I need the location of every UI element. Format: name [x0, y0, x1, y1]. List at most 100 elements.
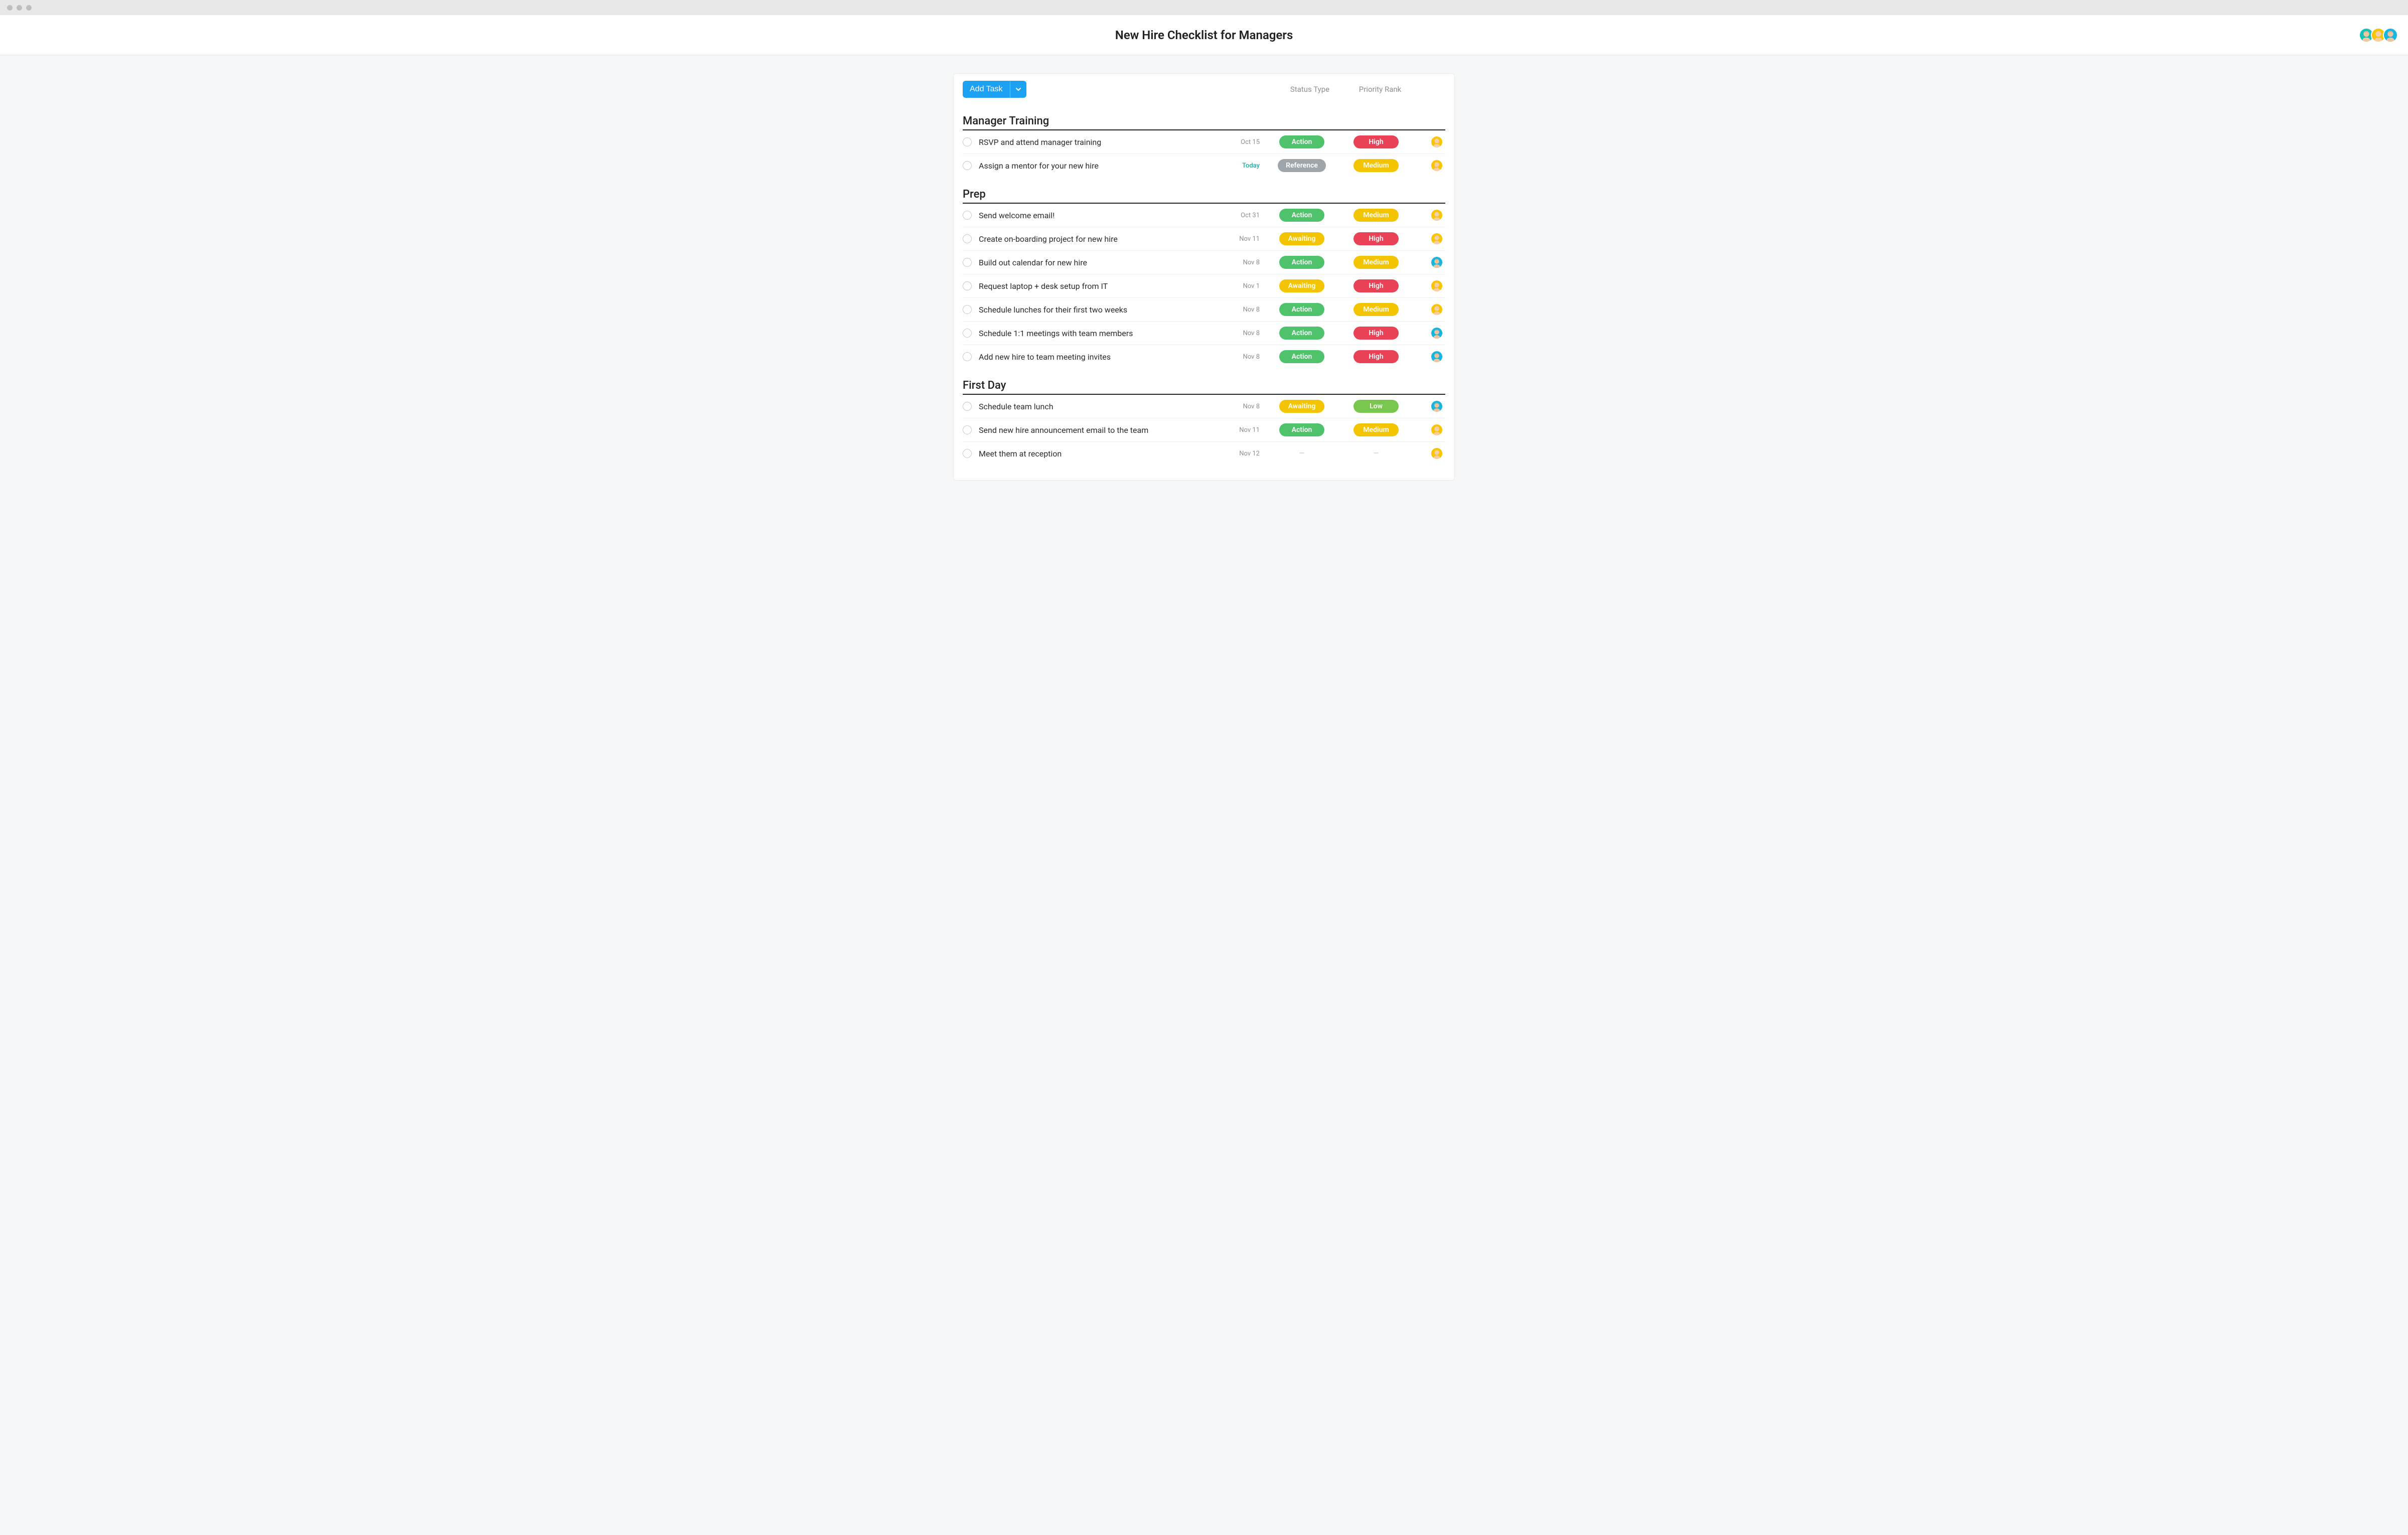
assignee-cell[interactable] [1415, 423, 1445, 436]
task-row[interactable]: Schedule lunches for their first two wee… [963, 298, 1445, 322]
priority-pill[interactable]: Medium [1353, 209, 1399, 222]
task-due-date[interactable]: Nov 11 [1223, 235, 1263, 243]
priority-cell[interactable]: Low [1341, 400, 1411, 413]
task-row[interactable]: Schedule 1:1 meetings with team members N… [963, 322, 1445, 345]
task-name[interactable]: Build out calendar for new hire [979, 258, 1219, 267]
task-name[interactable]: Add new hire to team meeting invites [979, 352, 1219, 362]
complete-checkbox[interactable] [963, 281, 972, 290]
status-cell[interactable]: Action [1267, 423, 1337, 436]
priority-pill[interactable]: High [1353, 350, 1399, 363]
status-pill[interactable]: Action [1279, 303, 1324, 316]
assignee-avatar[interactable] [1430, 135, 1443, 148]
status-cell[interactable]: Action [1267, 350, 1337, 363]
assignee-cell[interactable] [1415, 303, 1445, 316]
assignee-cell[interactable] [1415, 159, 1445, 172]
complete-checkbox[interactable] [963, 329, 972, 338]
priority-pill[interactable]: Medium [1353, 423, 1399, 436]
status-pill[interactable]: Action [1279, 135, 1324, 148]
priority-pill[interactable]: Medium [1353, 303, 1399, 316]
status-cell[interactable]: Awaiting [1267, 400, 1337, 413]
assignee-avatar[interactable] [1430, 447, 1443, 460]
status-cell[interactable]: Action [1267, 303, 1337, 316]
assignee-cell[interactable] [1415, 447, 1445, 460]
section-title[interactable]: Manager Training [963, 115, 1445, 130]
complete-checkbox[interactable] [963, 234, 972, 243]
status-pill[interactable]: Action [1279, 350, 1324, 363]
task-name[interactable]: Schedule lunches for their first two wee… [979, 305, 1219, 315]
status-cell[interactable]: Action [1267, 327, 1337, 340]
status-cell[interactable]: Action [1267, 135, 1337, 148]
priority-pill[interactable]: High [1353, 135, 1399, 148]
status-cell[interactable]: Reference [1267, 159, 1337, 172]
task-row[interactable]: Assign a mentor for your new hire Today Re… [963, 154, 1445, 177]
priority-cell[interactable]: — [1341, 449, 1411, 457]
status-pill[interactable]: Action [1279, 256, 1324, 269]
section-title[interactable]: First Day [963, 379, 1445, 395]
priority-cell[interactable]: Medium [1341, 256, 1411, 269]
task-name[interactable]: Create on-boarding project for new hire [979, 234, 1219, 244]
priority-cell[interactable]: Medium [1341, 159, 1411, 172]
status-pill[interactable]: Action [1279, 423, 1324, 436]
task-due-date[interactable]: Nov 8 [1223, 259, 1263, 266]
status-pill[interactable]: Awaiting [1279, 400, 1324, 413]
priority-pill[interactable]: High [1353, 279, 1399, 292]
priority-cell[interactable]: High [1341, 327, 1411, 340]
task-row[interactable]: Meet them at receptionNov 12—— [963, 442, 1445, 465]
task-due-date[interactable]: Nov 8 [1223, 306, 1263, 314]
status-cell[interactable]: Awaiting [1267, 279, 1337, 292]
task-name[interactable]: RSVP and attend manager training [979, 137, 1219, 147]
complete-checkbox[interactable] [963, 161, 972, 170]
priority-pill[interactable]: Low [1353, 400, 1399, 413]
task-due-date[interactable]: Nov 8 [1223, 353, 1263, 361]
task-row[interactable]: Send welcome email!Oct 31ActionMedium [963, 204, 1445, 227]
assignee-avatar[interactable] [1430, 303, 1443, 316]
priority-cell[interactable]: High [1341, 279, 1411, 292]
assignee-cell[interactable] [1415, 135, 1445, 148]
complete-checkbox[interactable] [963, 137, 972, 146]
priority-pill[interactable]: Medium [1353, 159, 1399, 172]
assignee-avatar[interactable] [1430, 423, 1443, 436]
priority-pill[interactable]: High [1353, 232, 1399, 245]
task-row[interactable]: Request laptop + desk setup from ITNov 1… [963, 274, 1445, 298]
complete-checkbox[interactable] [963, 425, 972, 434]
complete-checkbox[interactable] [963, 305, 972, 314]
status-cell[interactable]: — [1267, 449, 1337, 457]
priority-cell[interactable]: High [1341, 350, 1411, 363]
task-due-date[interactable]: Nov 8 [1223, 330, 1263, 337]
assignee-avatar[interactable] [1430, 350, 1443, 363]
assignee-avatar[interactable] [1430, 159, 1443, 172]
assignee-cell[interactable] [1415, 232, 1445, 245]
task-name[interactable]: Send welcome email! [979, 211, 1219, 220]
assignee-cell[interactable] [1415, 327, 1445, 340]
task-name[interactable]: Meet them at reception [979, 449, 1219, 458]
priority-cell[interactable]: High [1341, 135, 1411, 148]
assignee-cell[interactable] [1415, 279, 1445, 292]
complete-checkbox[interactable] [963, 211, 972, 220]
task-due-date[interactable]: Nov 8 [1223, 403, 1263, 410]
assignee-avatar[interactable] [1430, 209, 1443, 222]
status-pill[interactable]: Awaiting [1279, 232, 1324, 245]
status-pill[interactable]: Action [1279, 209, 1324, 222]
task-name[interactable]: Schedule team lunch [979, 402, 1219, 411]
complete-checkbox[interactable] [963, 352, 972, 361]
task-name[interactable]: Assign a mentor for your new hire [979, 161, 1219, 171]
task-due-date[interactable]: Today [1223, 162, 1263, 170]
add-task-dropdown-button[interactable] [1010, 81, 1026, 98]
task-row[interactable]: Schedule team lunch Nov 8 Awaiting Low [963, 395, 1445, 418]
task-row[interactable]: RSVP and attend manager training Oct 15 Ac… [963, 130, 1445, 154]
assignee-cell[interactable] [1415, 209, 1445, 222]
priority-cell[interactable]: Medium [1341, 423, 1411, 436]
assignee-avatar[interactable] [1430, 256, 1443, 269]
status-pill[interactable]: Action [1279, 327, 1324, 340]
assignee-cell[interactable] [1415, 400, 1445, 413]
complete-checkbox[interactable] [963, 449, 972, 458]
priority-pill[interactable]: Medium [1353, 256, 1399, 269]
task-row[interactable]: Send new hire announcement email to the … [963, 418, 1445, 442]
task-name[interactable]: Schedule 1:1 meetings with team members [979, 329, 1219, 338]
priority-cell[interactable]: Medium [1341, 303, 1411, 316]
task-due-date[interactable]: Oct 15 [1223, 138, 1263, 146]
task-due-date[interactable]: Nov 1 [1223, 282, 1263, 290]
task-name[interactable]: Send new hire announcement email to the … [979, 425, 1219, 435]
assignee-cell[interactable] [1415, 256, 1445, 269]
status-cell[interactable]: Action [1267, 209, 1337, 222]
